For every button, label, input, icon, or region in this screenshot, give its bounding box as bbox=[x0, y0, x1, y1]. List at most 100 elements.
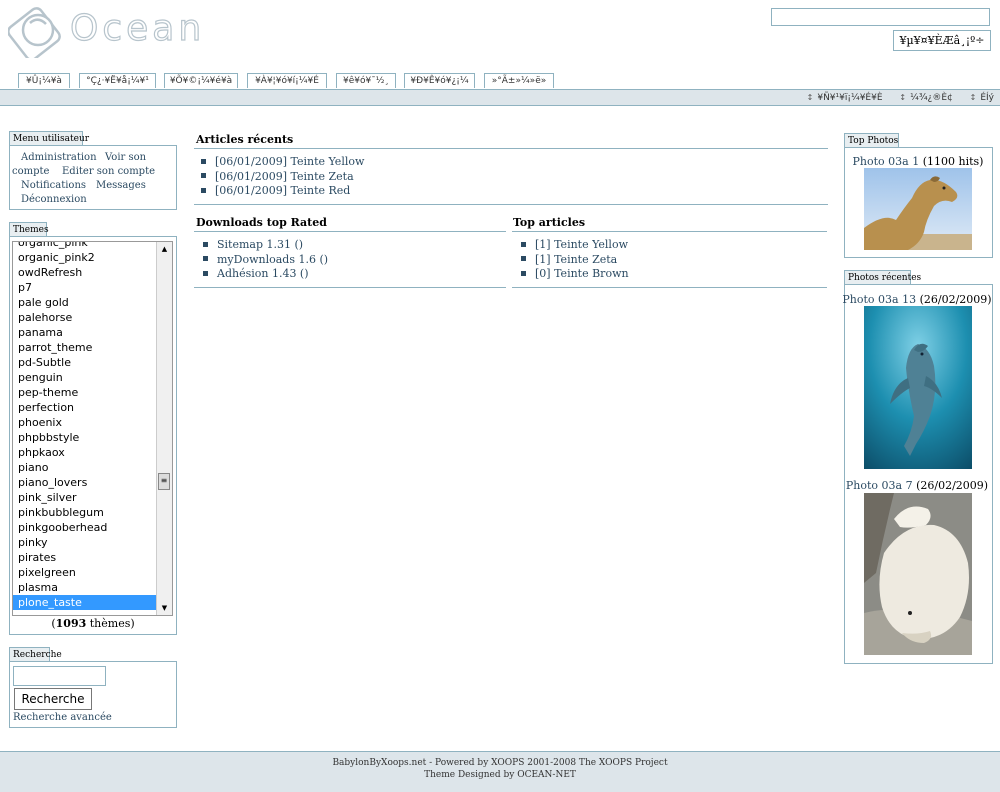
theme-option[interactable]: pixelgreen bbox=[13, 565, 156, 580]
downloads-bottom-rule bbox=[194, 287, 506, 288]
tab-news[interactable]: °Ç¿·¥Ë¥å¡¼¥¹ bbox=[79, 73, 156, 88]
usermenu-title: Menu utilisateur bbox=[9, 131, 89, 145]
theme-option[interactable]: piano bbox=[13, 460, 156, 475]
usermenu-link-view-account-cont[interactable]: compte bbox=[12, 166, 49, 177]
theme-option[interactable]: phpbbstyle bbox=[13, 430, 156, 445]
usermenu-link-edit-account[interactable]: Editer son compte bbox=[62, 166, 155, 177]
scroll-down-arrow-icon[interactable]: ▼ bbox=[157, 601, 172, 615]
theme-option[interactable]: piano_lovers bbox=[13, 475, 156, 490]
list-item[interactable]: [0] Teinte Brown bbox=[521, 267, 629, 282]
theme-option[interactable]: perfection bbox=[13, 400, 156, 415]
photo-dolphin[interactable] bbox=[864, 306, 972, 469]
theme-option[interactable]: pep-theme bbox=[13, 385, 156, 400]
theme-option[interactable]: pinkbubblegum bbox=[13, 505, 156, 520]
footer-theme-credit: Theme Designed by OCEAN-NET bbox=[424, 770, 576, 780]
top-articles-rule bbox=[512, 231, 827, 232]
list-item[interactable]: Adhésion 1.43 () bbox=[203, 267, 328, 282]
list-item[interactable]: [06/01/2009] Teinte Red bbox=[201, 184, 364, 199]
list-item[interactable]: [06/01/2009] Teinte Yellow bbox=[201, 155, 364, 170]
theme-option[interactable]: phpkaox bbox=[13, 445, 156, 460]
recent-photo-caption: Photo 03a 7 (26/02/2009) bbox=[842, 479, 992, 492]
camel-image bbox=[864, 168, 972, 250]
search-submit-button[interactable]: Recherche bbox=[14, 688, 92, 710]
recent-photo-link[interactable]: Photo 03a 7 bbox=[846, 479, 913, 492]
tab-extra[interactable]: »°Ã±»¼»ë» bbox=[484, 73, 554, 88]
nav-bar: ¥Ñ¥¹¥ï¡¼¥É¥È ¼¾¿®È¢ ÉÍý bbox=[0, 89, 1000, 106]
photo-polar-bear[interactable] bbox=[864, 493, 972, 655]
list-item[interactable]: [1] Teinte Zeta bbox=[521, 253, 629, 268]
header-search-button[interactable]: ¥µ¥¤¥ÈÆâ¸¡º÷ bbox=[893, 30, 991, 51]
tab-banners[interactable]: ¥Ð¥Ê¥ó¥¿¡¼ bbox=[404, 73, 475, 88]
theme-option[interactable]: pinkgooberhead bbox=[13, 520, 156, 535]
downloads-rule bbox=[194, 231, 506, 232]
top-photo-meta: (1100 hits) bbox=[919, 155, 984, 168]
photo-camel[interactable] bbox=[864, 168, 972, 250]
top-articles-list: [1] Teinte Yellow [1] Teinte Zeta [0] Te… bbox=[521, 238, 629, 282]
themes-count: (1093 thèmes) bbox=[9, 617, 177, 630]
subnav-link-password[interactable]: ¥Ñ¥¹¥ï¡¼¥É¥È bbox=[807, 93, 883, 103]
recent-articles-title: Articles récents bbox=[196, 133, 294, 146]
theme-option[interactable]: palehorse bbox=[13, 310, 156, 325]
theme-select-list[interactable]: organic_pink organic_pink2 owdRefresh p7 pal… bbox=[12, 241, 173, 616]
search-title: Recherche bbox=[9, 647, 62, 661]
top-articles-title: Top articles bbox=[513, 216, 586, 229]
themes-scrollbar[interactable]: ▲ ≡ ▼ bbox=[156, 242, 172, 615]
usermenu-link-notifications[interactable]: Notifications bbox=[21, 180, 86, 191]
scroll-thumb[interactable]: ≡ bbox=[158, 473, 170, 490]
list-item[interactable]: [06/01/2009] Teinte Zeta bbox=[201, 170, 364, 185]
theme-option[interactable]: penguin bbox=[13, 370, 156, 385]
scroll-up-arrow-icon[interactable]: ▲ bbox=[157, 242, 172, 256]
header-search-input[interactable] bbox=[771, 8, 990, 26]
recent-photo-meta: (26/02/2009) bbox=[916, 293, 992, 306]
theme-option[interactable]: pirates bbox=[13, 550, 156, 565]
theme-option[interactable]: pale gold bbox=[13, 295, 156, 310]
theme-option[interactable]: phoenix bbox=[13, 415, 156, 430]
theme-option[interactable]: owdRefresh bbox=[13, 265, 156, 280]
downloads-title: Downloads top Rated bbox=[196, 216, 327, 229]
downloads-list: Sitemap 1.31 () myDownloads 1.6 () Adhés… bbox=[203, 238, 328, 282]
themes-count-number: 1093 bbox=[55, 617, 87, 630]
recent-photo-link[interactable]: Photo 03a 13 bbox=[842, 293, 916, 306]
logo-emblem-icon bbox=[8, 7, 61, 58]
subnav-link-inbox[interactable]: ¼¾¿®È¢ bbox=[899, 93, 952, 103]
themes-title: Themes bbox=[9, 222, 49, 236]
top-photo-link[interactable]: Photo 03a 1 bbox=[853, 155, 920, 168]
list-item[interactable]: myDownloads 1.6 () bbox=[203, 253, 328, 268]
theme-option[interactable]: organic_pink2 bbox=[13, 250, 156, 265]
theme-option[interactable]: pd-Subtle bbox=[13, 355, 156, 370]
search-input[interactable] bbox=[13, 666, 106, 686]
footer: BabylonByXoops.net - Powered by XOOPS 20… bbox=[0, 751, 1000, 792]
theme-option[interactable]: pink_silver bbox=[13, 490, 156, 505]
theme-option[interactable]: organic_pink bbox=[13, 242, 156, 250]
advanced-search-link[interactable]: Recherche avancée bbox=[13, 712, 112, 723]
recent-photos-title: Photos récentes bbox=[844, 270, 921, 284]
list-item[interactable]: [1] Teinte Yellow bbox=[521, 238, 629, 253]
theme-option[interactable]: plone_taste bbox=[13, 595, 156, 610]
tab-forum[interactable]: ¥Õ¥©¡¼¥é¥à bbox=[164, 73, 238, 88]
recent-articles-bottom-rule bbox=[194, 204, 828, 205]
user-subnav: ¥Ñ¥¹¥ï¡¼¥É¥È ¼¾¿®È¢ ÉÍý bbox=[793, 90, 994, 105]
usermenu-link-logout[interactable]: Déconnexion bbox=[21, 194, 87, 205]
footer-powered-by: BabylonByXoops.net - Powered by XOOPS 20… bbox=[332, 758, 668, 768]
theme-option[interactable]: parrot_theme bbox=[13, 340, 156, 355]
usermenu-link-view-account[interactable]: Voir son bbox=[105, 152, 146, 163]
theme-option[interactable]: plasma bbox=[13, 580, 156, 595]
polar-bear-image bbox=[864, 493, 972, 655]
usermenu-link-administration[interactable]: Administration bbox=[21, 152, 97, 163]
recent-photo-caption: Photo 03a 13 (26/02/2009) bbox=[842, 293, 992, 306]
tab-home[interactable]: ¥Û¡¼¥à bbox=[18, 73, 70, 88]
recent-articles-list: [06/01/2009] Teinte Yellow [06/01/2009] … bbox=[201, 155, 364, 199]
dolphin-image bbox=[864, 306, 972, 469]
tab-downloads[interactable]: ¥À¥¦¥ó¥í¡¼¥É bbox=[247, 73, 327, 88]
usermenu-link-messages[interactable]: Messages bbox=[96, 180, 146, 191]
theme-option[interactable]: pinky bbox=[13, 535, 156, 550]
list-item[interactable]: Sitemap 1.31 () bbox=[203, 238, 328, 253]
logo-text: Ocean bbox=[69, 7, 206, 49]
top-articles-bottom-rule bbox=[512, 287, 827, 288]
tab-links[interactable]: ¥ê¥ó¥¯½¸ bbox=[336, 73, 396, 88]
theme-option[interactable]: panama bbox=[13, 325, 156, 340]
site-logo[interactable]: Ocean bbox=[8, 4, 208, 60]
subnav-link-admin[interactable]: ÉÍý bbox=[970, 93, 994, 103]
theme-option[interactable]: p7 bbox=[13, 280, 156, 295]
top-photo-caption: Photo 03a 1 (1100 hits) bbox=[843, 155, 993, 168]
